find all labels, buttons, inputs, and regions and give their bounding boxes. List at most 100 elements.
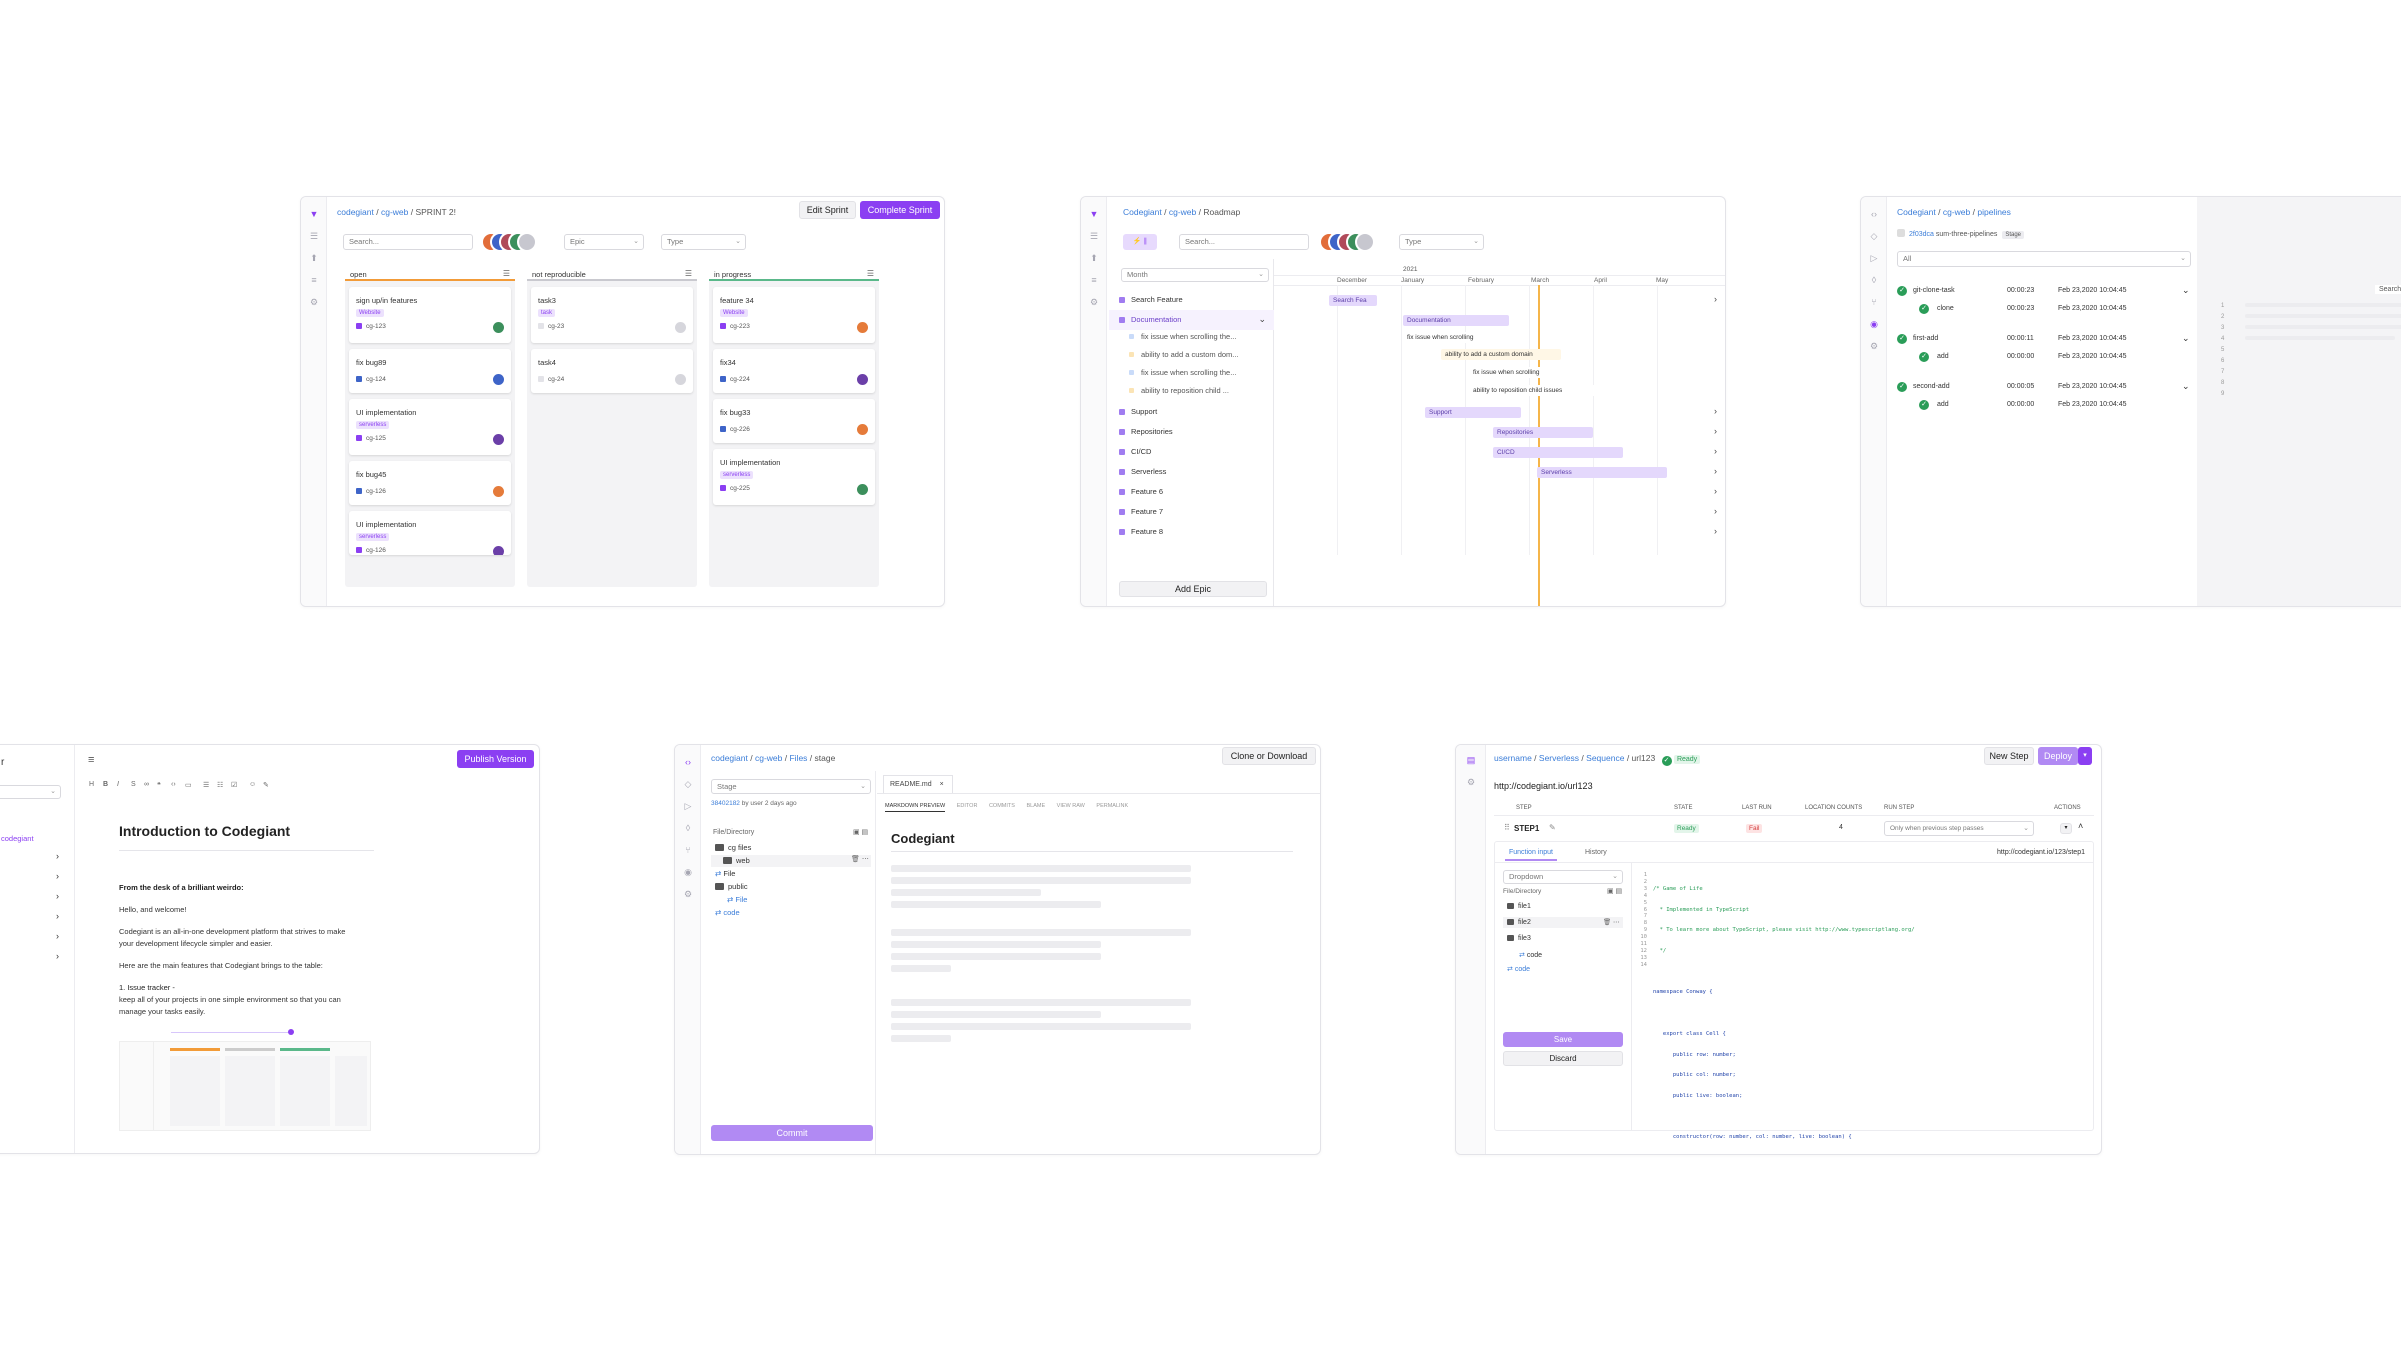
assignee-avatar[interactable] [857, 374, 868, 385]
child-issue-row[interactable]: fix issue when scrolling the... [1109, 364, 1725, 382]
chevron-right-icon[interactable]: › [56, 851, 59, 861]
sequence-icon[interactable]: ▤ [1466, 755, 1476, 765]
timeline-bar[interactable]: Search Fea [1329, 295, 1377, 306]
breadcrumb-project[interactable]: cg-web [755, 753, 782, 763]
chevron-right-icon[interactable]: › [56, 891, 59, 901]
settings-icon[interactable]: ⚙ [1466, 777, 1476, 787]
issue-card[interactable]: fix bug45 cg-126 [349, 461, 511, 505]
commit-button[interactable]: Commit [711, 1125, 873, 1141]
issue-card[interactable]: fix34 cg-224 [713, 349, 875, 393]
breadcrumb-project[interactable]: cg-web [1169, 207, 1196, 217]
publish-version-button[interactable]: Publish Version [457, 750, 534, 768]
breadcrumb-sequence[interactable]: Sequence [1586, 753, 1624, 763]
chevron-down-icon[interactable]: ⌄ [2182, 381, 2190, 392]
breadcrumb-files[interactable]: Files [789, 753, 807, 763]
assignee-avatar[interactable] [493, 546, 504, 555]
avatar[interactable] [1355, 232, 1375, 252]
stage-row[interactable]: ✓ git-clone-task 00:00:23 Feb 23,2020 10… [1897, 285, 2192, 299]
chevron-right-icon[interactable]: › [56, 871, 59, 881]
search-input[interactable]: Search... [343, 234, 473, 250]
tree-item[interactable]: cg files [715, 843, 751, 852]
attach-icon[interactable]: ✎ [263, 781, 269, 789]
epic-row[interactable]: CI/CD › [1109, 442, 1725, 462]
tree-item[interactable]: ⇄ File [727, 895, 747, 904]
epic-row[interactable]: Documentation ⌄ [1109, 310, 1274, 330]
save-button[interactable]: Save [1503, 1032, 1623, 1047]
tab-editor[interactable]: EDITOR [957, 803, 978, 809]
rocket-icon[interactable]: ⬆ [309, 253, 319, 263]
play-icon[interactable]: ▷ [683, 801, 693, 811]
close-icon[interactable]: × [940, 781, 944, 788]
settings-icon[interactable]: ⚙ [683, 889, 693, 899]
chevron-right-icon[interactable]: › [56, 931, 59, 941]
tab-permalink[interactable]: PERMALINK [1096, 803, 1128, 809]
dropdown-select[interactable]: Dropdown ⌄ [1503, 870, 1623, 884]
timeline-bar[interactable]: Serverless [1537, 467, 1667, 478]
branch-icon[interactable]: ⑂ [683, 845, 693, 855]
emoji-icon[interactable]: ☺ [249, 781, 256, 788]
actions-dropdown[interactable]: ▾ [2060, 823, 2072, 834]
logo-icon[interactable]: ▼ [309, 209, 319, 219]
step-row[interactable]: ✓ clone 00:00:23 Feb 23,2020 10:04:45 [1897, 303, 2192, 317]
chevron-down-icon[interactable]: ⌄ [2182, 285, 2190, 296]
settings-icon[interactable]: ⚙ [1869, 341, 1879, 351]
stage-row[interactable]: ✓ first-add 00:00:11 Feb 23,2020 10:04:4… [1897, 333, 2192, 347]
delete-icon[interactable]: 🗑 ⋯ [1603, 918, 1620, 926]
breadcrumb-org[interactable]: Codegiant [1123, 207, 1162, 217]
tree-item[interactable]: ⇄ code [1519, 951, 1542, 959]
link-icon[interactable]: ∞ [144, 781, 149, 788]
issue-card[interactable]: UI implementation serverless cg-125 [349, 399, 511, 455]
layers-icon[interactable]: ≡ [309, 275, 319, 285]
assignee-avatar[interactable] [675, 322, 686, 333]
timeline-bar[interactable]: Repositories [1493, 427, 1593, 438]
strike-icon[interactable]: S [131, 781, 136, 788]
timeline-bar[interactable]: Documentation [1403, 315, 1509, 326]
pipelines-icon[interactable]: ◉ [683, 867, 693, 877]
month-select[interactable]: Month ⌄ [1121, 268, 1269, 282]
issue-card[interactable]: fix bug89 cg-124 [349, 349, 511, 393]
type-filter[interactable]: Type ⌄ [1399, 234, 1484, 250]
commit-hash[interactable]: 2f03dca [1909, 231, 1934, 238]
branch-select[interactable]: Stage ⌄ [711, 779, 871, 794]
issue-card[interactable]: UI implementation serverless cg-225 [713, 449, 875, 505]
epic-row[interactable]: Feature 8 › [1109, 522, 1725, 542]
tree-item[interactable]: ⇄ code [1507, 965, 1530, 973]
drag-handle-icon[interactable]: ⠿ [1504, 823, 1510, 832]
timeline-bar[interactable]: ability to add a custom domain [1441, 349, 1561, 360]
code-icon[interactable]: ‹› [171, 781, 176, 788]
hamburger-icon[interactable]: ≡ [88, 754, 94, 766]
new-folder-icon[interactable]: ▣ ▤ [1607, 887, 1622, 895]
board-icon[interactable]: ☰ [309, 231, 319, 241]
sidebar-link-active[interactable]: codegiant [1, 834, 34, 843]
numbered-list-icon[interactable]: ☷ [217, 781, 223, 789]
breadcrumb-serverless[interactable]: Serverless [1539, 753, 1579, 763]
chevron-right-icon[interactable]: › [56, 911, 59, 921]
chevron-up-icon[interactable]: ˄ [2078, 821, 2083, 831]
rocket-icon[interactable]: ⬆ [1089, 253, 1099, 263]
board-icon[interactable]: ☰ [1089, 231, 1099, 241]
issue-card[interactable]: UI implementation serverless cg-126 [349, 511, 511, 555]
tree-item[interactable]: ⇄ code [715, 908, 740, 917]
epic-filter[interactable]: Epic ⌄ [564, 234, 644, 250]
assignee-avatar[interactable] [857, 424, 868, 435]
search-input[interactable]: Search... [1179, 234, 1309, 250]
stage-row[interactable]: ✓ second-add 00:00:05 Feb 23,2020 10:04:… [1897, 381, 2192, 395]
bold-icon[interactable]: B [103, 781, 108, 788]
tab-markdown-preview[interactable]: MARKDOWN PREVIEW [885, 803, 946, 812]
filter-toggle-button[interactable]: ⚡ ∥ [1123, 234, 1157, 250]
epic-row[interactable]: Feature 6 › [1109, 482, 1725, 502]
epic-row[interactable]: Repositories › [1109, 422, 1725, 442]
child-issue-row[interactable]: ability to add a custom dom... [1109, 346, 1725, 364]
step-row[interactable]: ✓ add 00:00:00 Feb 23,2020 10:04:45 [1897, 399, 2192, 413]
tag-icon[interactable]: ◊ [683, 823, 693, 833]
list-icon[interactable]: ☰ [685, 269, 692, 278]
clone-or-download-button[interactable]: Clone or Download [1222, 747, 1316, 765]
list-icon[interactable]: ☰ [503, 269, 510, 278]
step-row[interactable]: ✓ add 00:00:00 Feb 23,2020 10:04:45 [1897, 351, 2192, 365]
assignee-avatar[interactable] [675, 374, 686, 385]
tab-function-input[interactable]: Function input [1505, 849, 1557, 861]
tree-item[interactable]: file3 [1507, 935, 1531, 942]
avatar[interactable] [517, 232, 537, 252]
run-step-select[interactable]: Only when previous step passes ⌄ [1884, 821, 2034, 836]
breadcrumb-project[interactable]: cg-web [1943, 207, 1970, 217]
